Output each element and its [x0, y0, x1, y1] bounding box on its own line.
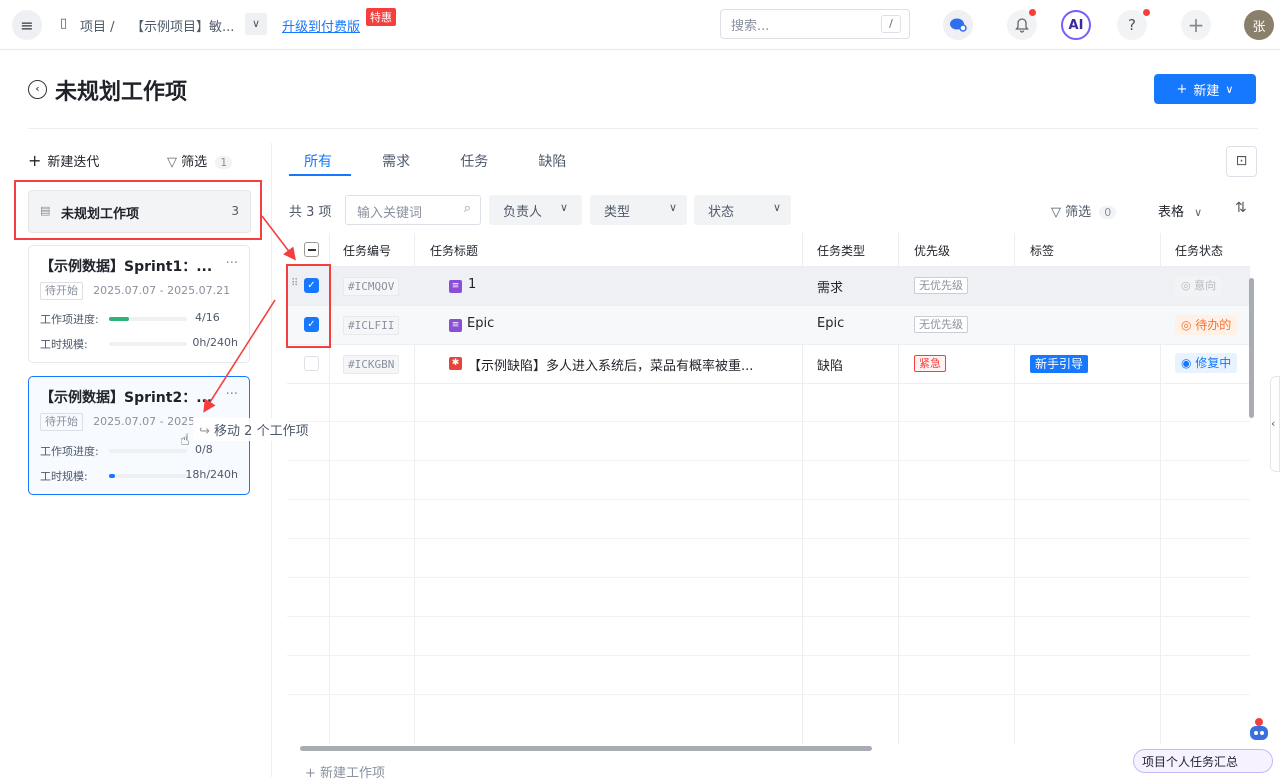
- search-icon: ⌕: [463, 201, 471, 216]
- plus-icon: +: [305, 766, 316, 781]
- grid-line: [287, 499, 1250, 500]
- chevron-down-icon: ∨: [668, 201, 677, 214]
- table-filter-button[interactable]: ▽ 筛选 0: [1051, 201, 1117, 220]
- bug-icon: ✱: [449, 357, 462, 370]
- status-badge[interactable]: ◎ 意向: [1175, 276, 1223, 296]
- table-row[interactable]: ⠿ ✓ #ICMQOV ≡ 1 需求 无优先级 ◎ 意向: [287, 267, 1250, 306]
- task-id[interactable]: #ICMQOV: [343, 277, 400, 296]
- priority-badge[interactable]: 无优先级: [914, 277, 968, 294]
- keyword-input[interactable]: 输入关键词 ⌕: [345, 195, 481, 225]
- tag-badge[interactable]: 新手引导: [1030, 355, 1089, 373]
- status-badge[interactable]: ◎ 待办的: [1175, 315, 1238, 335]
- horizontal-scrollbar[interactable]: [300, 746, 872, 751]
- requirement-icon: ≡: [449, 319, 462, 332]
- column-header[interactable]: 任务编号: [343, 242, 391, 259]
- select-all-checkbox[interactable]: [304, 242, 319, 257]
- task-type: 缺陷: [817, 359, 844, 374]
- column-header[interactable]: 任务标题: [430, 242, 478, 259]
- new-item-button[interactable]: + 新建工作项: [305, 762, 385, 781]
- requirement-icon: ≡: [449, 280, 462, 293]
- tab-bug[interactable]: 缺陷: [538, 154, 566, 170]
- vertical-scrollbar[interactable]: [1249, 278, 1254, 418]
- task-title[interactable]: 【示例缺陷】多人进入系统后，菜品有概率被重...: [468, 355, 753, 374]
- task-id[interactable]: #ICLFII: [343, 316, 400, 335]
- tab-underline: [289, 174, 351, 176]
- grid-line: [287, 421, 1250, 422]
- priority-badge[interactable]: 无优先级: [914, 316, 968, 333]
- task-type: Epic: [817, 316, 845, 331]
- column-header[interactable]: 任务类型: [817, 242, 865, 259]
- priority-badge[interactable]: 紧急: [914, 355, 946, 372]
- chevron-down-icon: ∨: [772, 201, 781, 214]
- table-row[interactable]: ✓ #ICLFII ≡ Epic Epic 无优先级 ◎ 待办的: [287, 306, 1250, 345]
- total-count: 共 3 项: [289, 205, 332, 220]
- annotation-arrows: [203, 215, 296, 413]
- status-filter[interactable]: 状态 ∨: [694, 195, 791, 225]
- column-header[interactable]: 标签: [1030, 242, 1054, 259]
- grid-line: [287, 616, 1250, 617]
- chevron-down-icon: ∨: [1194, 206, 1203, 219]
- sort-icon[interactable]: ⇅: [1235, 200, 1247, 216]
- panel-toggle[interactable]: ‹: [1270, 376, 1280, 472]
- grid-line: [287, 538, 1250, 539]
- grid-line: [287, 694, 1250, 695]
- filter-icon: ▽: [1051, 205, 1061, 220]
- task-type: 需求: [817, 281, 844, 296]
- task-title[interactable]: 1: [468, 277, 476, 292]
- status-badge[interactable]: ◉ 修复中: [1175, 353, 1238, 373]
- chevron-down-icon: ∨: [559, 201, 568, 214]
- tab-requirement[interactable]: 需求: [382, 154, 410, 170]
- highlight-box: [286, 264, 331, 348]
- table-row[interactable]: #ICKGBN ✱ 【示例缺陷】多人进入系统后，菜品有概率被重... 缺陷 紧急…: [287, 345, 1250, 384]
- column-header[interactable]: 优先级: [914, 242, 950, 259]
- grid-line: [287, 460, 1250, 461]
- type-tabs: 所有 需求 任务 缺陷: [304, 151, 612, 171]
- grid-line: [287, 655, 1250, 656]
- tab-task[interactable]: 任务: [460, 154, 488, 170]
- task-summary-button[interactable]: 项目个人任务汇总: [1133, 749, 1273, 773]
- column-header[interactable]: 任务状态: [1175, 242, 1223, 259]
- tab-all[interactable]: 所有: [304, 154, 332, 170]
- table-header: 任务编号 任务标题 任务类型 优先级 标签 任务状态: [287, 233, 1250, 267]
- row-checkbox[interactable]: [304, 356, 319, 371]
- grid-line: [287, 577, 1250, 578]
- task-title[interactable]: Epic: [467, 316, 494, 331]
- robot-icon[interactable]: ⊡: [1226, 146, 1257, 177]
- view-switch[interactable]: 表格 ∨: [1158, 201, 1202, 220]
- assistant-icon[interactable]: [1244, 716, 1274, 746]
- task-id[interactable]: #ICKGBN: [343, 355, 400, 374]
- assignee-filter[interactable]: 负责人 ∨: [489, 195, 582, 225]
- type-filter[interactable]: 类型 ∨: [590, 195, 687, 225]
- filter-count: 0: [1099, 206, 1117, 219]
